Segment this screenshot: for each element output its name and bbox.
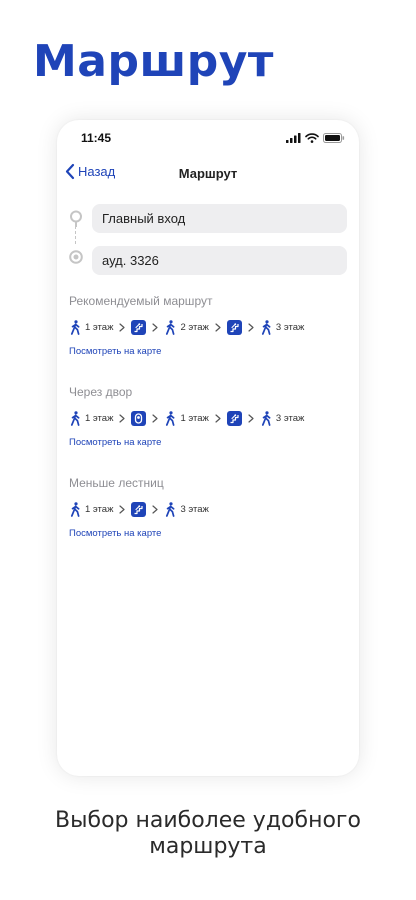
route-step-walk: 1 этаж <box>164 410 209 426</box>
to-input[interactable]: ауд. 3326 <box>92 246 347 275</box>
route-inputs: Главный вход ауд. 3326 <box>57 202 359 278</box>
phone-screen: 11:45 Назад Маршрут Главный вход ауд. 33… <box>57 120 359 776</box>
route-step-walk: 1 этаж <box>69 319 114 335</box>
route-step-floor-label: 1 этаж <box>85 412 114 424</box>
battery-icon <box>323 133 345 143</box>
route-step-walk: 1 этаж <box>69 501 114 517</box>
caption-line-1: Выбор наиболее удобного <box>55 808 361 833</box>
chevron-right-icon <box>119 322 126 332</box>
chevron-right-icon <box>119 413 126 423</box>
wifi-icon <box>305 133 319 143</box>
status-time: 11:45 <box>81 131 112 145</box>
route-step-floor-label: 2 этаж <box>180 321 209 333</box>
view-on-map-link[interactable]: Посмотреть на карте <box>69 528 161 539</box>
route-steps: 1 этаж 3 этаж <box>69 501 353 517</box>
walking-person-icon <box>70 501 80 517</box>
courtyard-exit-icon <box>131 410 147 426</box>
hero-title: Маршрут <box>33 36 274 87</box>
route-step-floor-label: 3 этаж <box>275 412 305 424</box>
view-on-map-link[interactable]: Посмотреть на карте <box>69 346 161 357</box>
navigation-bar: Назад Маршрут <box>57 156 359 190</box>
chevron-right-icon <box>215 322 221 332</box>
chevron-right-icon <box>248 413 254 423</box>
route-step-walk: 3 этаж <box>164 501 209 517</box>
stairs-icon <box>226 410 242 426</box>
route-steps: 1 этаж 2 этаж 3 этаж <box>69 319 353 335</box>
page-title: Маршрут <box>178 166 238 181</box>
route-step-floor-label: 1 этаж <box>180 412 209 424</box>
walking-person-icon <box>166 501 175 517</box>
route-option-title: Рекомендуемый маршрут <box>69 294 213 308</box>
stairs-icon <box>131 501 147 517</box>
stairs-icon <box>131 319 147 335</box>
from-input[interactable]: Главный вход <box>92 204 347 233</box>
route-connector-line <box>75 226 76 244</box>
route-step-floor-label: 3 этаж <box>275 321 305 333</box>
walking-person-icon <box>166 319 175 335</box>
route-step-floor-label: 1 этаж <box>85 321 114 333</box>
caption-line-2: маршрута <box>149 834 267 859</box>
status-icons <box>286 133 345 143</box>
route-option-fewer-stairs[interactable]: Меньше лестниц 1 этаж 3 этаж Посмотреть н… <box>69 476 353 541</box>
walking-person-icon <box>166 410 175 426</box>
cellular-signal-icon <box>286 133 301 143</box>
walking-person-icon <box>261 319 271 335</box>
route-step-floor-label: 1 этаж <box>85 503 114 515</box>
stairs-icon <box>226 319 242 335</box>
chevron-right-icon <box>152 504 159 514</box>
route-step-floor-label: 3 этаж <box>180 503 209 515</box>
route-step-walk: 3 этаж <box>260 319 305 335</box>
start-pin-icon <box>70 210 82 227</box>
walking-person-icon <box>261 410 271 426</box>
chevron-right-icon <box>152 322 159 332</box>
chevron-right-icon <box>119 504 126 514</box>
chevron-right-icon <box>152 413 159 423</box>
route-steps: 1 этаж 1 этаж 3 этаж <box>69 410 353 426</box>
route-step-walk: 3 этаж <box>260 410 305 426</box>
route-step-walk: 1 этаж <box>69 410 114 426</box>
status-bar: 11:45 <box>57 120 359 156</box>
walking-person-icon <box>70 319 80 335</box>
route-option-title: Меньше лестниц <box>69 476 164 490</box>
chevron-right-icon <box>215 413 221 423</box>
route-option-title: Через двор <box>69 385 133 399</box>
walking-person-icon <box>70 410 80 426</box>
destination-target-icon <box>69 250 83 264</box>
screen-caption: Выбор наиболее удобного маршрута <box>0 808 416 860</box>
view-on-map-link[interactable]: Посмотреть на карте <box>69 437 161 448</box>
chevron-right-icon <box>248 322 254 332</box>
route-step-walk: 2 этаж <box>164 319 209 335</box>
route-option-courtyard[interactable]: Через двор 1 этаж 1 этаж 3 этаж Посмотреть… <box>69 385 353 450</box>
route-option-recommended[interactable]: Рекомендуемый маршрут 1 этаж 2 этаж 3 этаж… <box>69 294 353 359</box>
